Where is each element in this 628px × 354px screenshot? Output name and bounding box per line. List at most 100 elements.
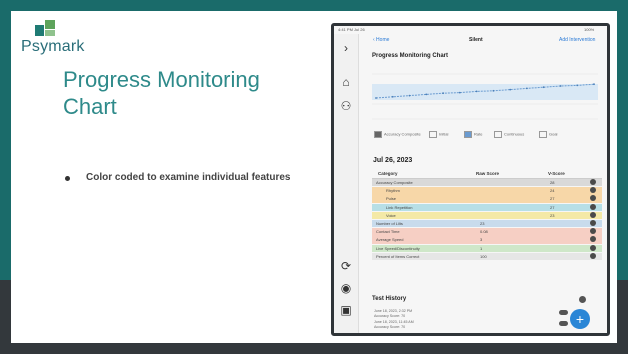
add-button[interactable]: + — [570, 309, 590, 329]
data-point — [458, 91, 461, 94]
slide: Psymark Progress Monitoring Chart Color … — [0, 0, 628, 354]
row-category: Average Speed — [376, 237, 404, 243]
info-icon[interactable] — [590, 195, 596, 202]
table-row[interactable]: Live Speed/Discontinuity 1 — [372, 244, 602, 252]
account-icon[interactable]: ◉ — [338, 280, 354, 296]
table-row[interactable]: Pulse 27 — [372, 195, 602, 203]
row-category: Pulse — [386, 196, 397, 202]
table-row[interactable]: Contact Time 0.08 — [372, 228, 602, 236]
legend-item[interactable]: Continuous — [494, 131, 524, 138]
progress-chart — [372, 73, 598, 120]
help-icon[interactable] — [579, 296, 586, 303]
legend-item[interactable]: Goal — [539, 131, 557, 138]
status-bar: 4:41 PM Jul 26 100% — [334, 26, 607, 34]
info-icon[interactable] — [590, 228, 596, 235]
data-point — [425, 93, 428, 96]
row-category: Percent of Items Correct — [376, 253, 420, 259]
table-row[interactable]: Voice 23 — [372, 211, 602, 220]
column-raw-score: Raw Score — [476, 171, 500, 176]
logo-mark — [35, 20, 55, 36]
info-icon[interactable] — [590, 211, 596, 218]
row-raw-score: 3 — [480, 237, 483, 243]
app-sidebar: › ⌂ ⚇ ⟳ ◉ ▣ — [334, 34, 359, 333]
column-category: Category — [378, 171, 398, 176]
data-point — [509, 88, 512, 91]
data-point — [442, 92, 444, 95]
info-icon[interactable] — [590, 220, 596, 226]
info-icon[interactable] — [590, 252, 596, 259]
table-header: Category Raw Score V-Score — [372, 169, 602, 179]
row-v-score: 27 — [550, 204, 555, 210]
history-date: June 18, 2023, 2:32 PM — [374, 309, 413, 313]
tablet-screenshot: 4:41 PM Jul 26 100% › ⌂ ⚇ ⟳ ◉ ▣ ‹ Home S… — [331, 23, 610, 336]
history-item[interactable]: June 18, 2023, 2:32 PM Accuracy Score: 7… — [374, 309, 412, 318]
settings-icon[interactable]: ▣ — [338, 302, 354, 318]
data-point — [526, 87, 528, 90]
history-item[interactable]: June 18, 2023, 11:45 AM Accuracy Score: … — [374, 320, 414, 329]
test-history-title: Test History — [372, 296, 407, 302]
bullet-text: Color coded to examine individual featur… — [86, 172, 291, 183]
legend-item[interactable]: Rate — [464, 131, 482, 138]
bullet-dot-icon — [65, 176, 70, 181]
assessment-date: Jul 26, 2023 — [373, 157, 413, 164]
psymark-logo: Psymark — [21, 20, 141, 60]
users-icon[interactable]: ⚇ — [338, 98, 354, 114]
legend-item[interactable]: Accuracy Composite — [374, 131, 421, 138]
row-v-score: 27 — [550, 196, 555, 202]
home-icon[interactable]: ⌂ — [338, 74, 354, 90]
chart-title: Progress Monitoring Chart — [372, 53, 449, 59]
add-intervention-button[interactable]: Add Intervention — [559, 37, 595, 43]
table-row[interactable]: Percent of Items Correct 100 — [372, 252, 602, 261]
info-icon[interactable] — [590, 179, 596, 185]
column-v-score: V-Score — [548, 171, 565, 176]
sync-icon[interactable]: ⟳ — [338, 258, 354, 274]
table-row[interactable]: Rhythm 24 — [372, 187, 602, 195]
status-time: 4:41 PM Jul 26 — [338, 27, 365, 32]
cloud-icon[interactable] — [559, 321, 568, 326]
row-category: Contact Time — [376, 229, 400, 235]
info-icon[interactable] — [590, 203, 596, 210]
row-category: Accuracy Composite — [376, 180, 413, 185]
legend-item[interactable]: Initial — [429, 131, 448, 138]
row-v-score: 28 — [550, 180, 555, 185]
logo-word: Psymark — [21, 38, 85, 55]
row-raw-score: 23 — [480, 221, 485, 226]
back-button[interactable]: ‹ Home — [373, 37, 389, 43]
history-date: June 18, 2023, 11:45 AM — [374, 320, 414, 324]
table-row[interactable]: Average Speed 3 — [372, 236, 602, 244]
data-point — [408, 94, 411, 97]
info-icon[interactable] — [590, 187, 596, 194]
nav-title: Silent — [469, 37, 483, 43]
info-icon[interactable] — [590, 236, 596, 243]
row-category: Rhythm — [386, 188, 400, 194]
table-row[interactable]: Number of Lilts 23 — [372, 220, 602, 228]
chevron-right-icon[interactable]: › — [338, 40, 354, 56]
info-icon[interactable] — [590, 244, 596, 251]
row-category: Number of Lilts — [376, 221, 403, 226]
table-row[interactable]: Link Repetition 27 — [372, 203, 602, 211]
table-row[interactable]: Accuracy Composite 28 — [372, 179, 602, 187]
row-raw-score: 0.08 — [480, 229, 488, 235]
data-point — [593, 83, 595, 86]
data-point — [475, 90, 478, 93]
history-score: Accuracy Score: 70 — [374, 324, 406, 329]
row-raw-score: 100 — [480, 253, 487, 259]
data-point — [375, 97, 377, 99]
status-battery: 100% — [584, 27, 595, 32]
nav-bar: ‹ Home Silent Add Intervention — [359, 34, 607, 48]
row-v-score: 23 — [550, 212, 555, 218]
row-v-score: 24 — [550, 188, 555, 194]
data-point — [492, 89, 495, 92]
data-point — [391, 95, 394, 98]
row-category: Link Repetition — [386, 204, 413, 210]
chart-legend: Accuracy Composite Initial Rate Continuo… — [374, 130, 600, 140]
history-score: Accuracy Score: 70 — [374, 313, 406, 318]
slide-title: Progress Monitoring Chart — [63, 67, 260, 119]
data-point — [542, 86, 545, 89]
data-point — [559, 85, 562, 87]
cloud-icon[interactable] — [559, 310, 568, 315]
range-band — [372, 84, 598, 100]
row-category: Voice — [386, 212, 396, 218]
data-point — [576, 84, 579, 87]
row-category: Live Speed/Discontinuity — [376, 245, 420, 251]
